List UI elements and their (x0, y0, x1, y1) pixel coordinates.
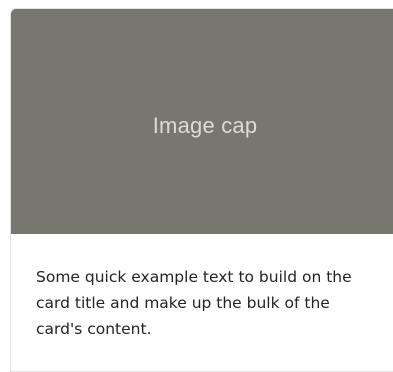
card-image-cap: Image cap (11, 9, 393, 234)
image-cap-label: Image cap (152, 112, 258, 138)
card-text: Some quick example text to build on the … (36, 268, 352, 338)
card: Image cap Some quick example text to bui… (10, 8, 393, 372)
card-body: Some quick example text to build on the … (36, 264, 381, 342)
